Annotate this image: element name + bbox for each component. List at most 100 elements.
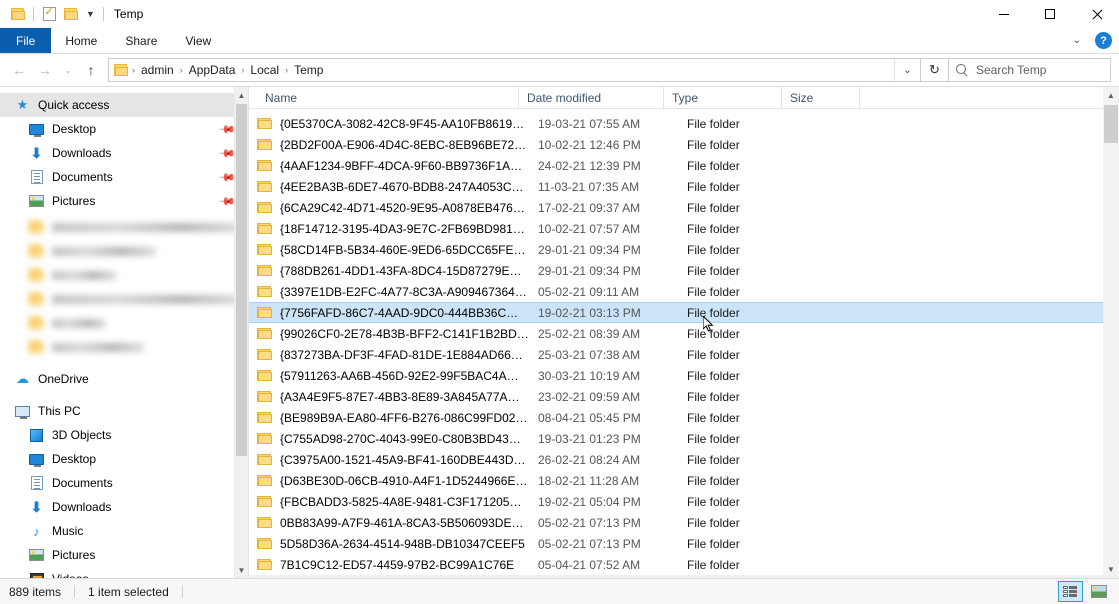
table-row[interactable]: {2BD2F00A-E906-4D4C-8EBC-8EB96BE72…10-02…	[249, 134, 1119, 155]
type-cell: File folder	[681, 327, 799, 341]
current-folder-icon[interactable]	[60, 3, 82, 25]
up-button[interactable]: ↑	[78, 58, 104, 82]
address-breadcrumb-bar[interactable]: › admin › AppData › Local › Temp ⌄	[108, 58, 921, 82]
table-row[interactable]: {C755AD98-270C-4043-99E0-C80B3BD43…19-03…	[249, 428, 1119, 449]
table-row[interactable]: {99026CF0-2E78-4B3B-BFF2-C141F1B2BD…25-0…	[249, 323, 1119, 344]
table-row[interactable]: {4AAF1234-9BFF-4DCA-9F60-BB9736F1A…24-02…	[249, 155, 1119, 176]
sidebar-redacted-item[interactable]	[0, 287, 248, 311]
3d-objects-icon	[28, 427, 45, 443]
breadcrumb-local[interactable]: Local	[245, 59, 284, 81]
scrollbar-thumb[interactable]	[236, 104, 247, 456]
table-row[interactable]: 0BB83A99-A7F9-461A-8CA3-5B506093DE…05-02…	[249, 512, 1119, 533]
table-row[interactable]: {D63BE30D-06CB-4910-A4F1-1D5244966E…18-0…	[249, 470, 1119, 491]
breadcrumb-admin[interactable]: admin	[136, 59, 179, 81]
column-label: Type	[672, 91, 698, 105]
table-row[interactable]: {4EE2BA3B-6DE7-4670-BDB8-247A4053C…11-03…	[249, 176, 1119, 197]
table-row[interactable]: {FBCBADD3-5825-4A8E-9481-C3F171205…19-02…	[249, 491, 1119, 512]
file-name-cell: {788DB261-4DD1-43FA-8DC4-15D87279E…	[280, 264, 536, 278]
sidebar-item-label: Documents	[52, 170, 113, 184]
table-row[interactable]: {6CA29C42-4D71-4520-9E95-A0878EB476…17-0…	[249, 197, 1119, 218]
title-bar: ▼ Temp	[0, 0, 1119, 28]
table-row[interactable]: {788DB261-4DD1-43FA-8DC4-15D87279E…29-01…	[249, 260, 1119, 281]
sidebar-redacted-item[interactable]	[0, 239, 248, 263]
table-row[interactable]: {C3975A00-1521-45A9-BF41-160DBE443D…26-0…	[249, 449, 1119, 470]
horizontal-scrollbar[interactable]	[249, 575, 1119, 578]
type-cell: File folder	[681, 264, 799, 278]
file-list-scrollbar[interactable]: ▲ ▼	[1103, 87, 1119, 578]
tab-share[interactable]: Share	[111, 28, 171, 53]
sidebar-item-quick-access[interactable]: ★ Quick access	[0, 93, 248, 117]
table-row[interactable]: {18F14712-3195-4DA3-9E7C-2FB69BD981…10-0…	[249, 218, 1119, 239]
sidebar-item-pc-videos[interactable]: Videos	[0, 567, 248, 578]
file-name-cell: {57911263-AA6B-456D-92E2-99F5BAC4A…	[280, 369, 536, 383]
folder-properties-icon[interactable]	[7, 3, 29, 25]
folder-icon	[28, 243, 45, 259]
table-row[interactable]: {58CD14FB-5B34-460E-9ED6-65DCC65FE…29-01…	[249, 239, 1119, 260]
search-input[interactable]: Search Temp	[976, 63, 1046, 77]
column-header-type[interactable]: Type	[664, 87, 782, 109]
sidebar-item-desktop[interactable]: Desktop 📌	[0, 117, 248, 141]
table-row[interactable]: {57911263-AA6B-456D-92E2-99F5BAC4A…30-03…	[249, 365, 1119, 386]
table-row[interactable]: 7B1C9C12-ED57-4459-97B2-BC99A1C76E05-04-…	[249, 554, 1119, 575]
refresh-button[interactable]: ↻	[921, 58, 949, 82]
recent-locations-chevron-down-icon[interactable]: ⌄	[58, 58, 78, 82]
date-modified-cell: 29-01-21 09:34 PM	[536, 243, 681, 257]
table-row[interactable]: {837273BA-DF3F-4FAD-81DE-1E884AD66…25-03…	[249, 344, 1119, 365]
close-button[interactable]	[1073, 0, 1119, 28]
scrollbar-thumb[interactable]	[1104, 105, 1118, 143]
new-folder-icon[interactable]	[38, 3, 60, 25]
column-header-date-modified[interactable]: Date modified	[519, 87, 664, 109]
column-header-name[interactable]: Name ⌃	[257, 87, 519, 109]
scroll-up-arrow-icon[interactable]: ▲	[235, 87, 248, 103]
table-row[interactable]: {0E5370CA-3082-42C8-9F45-AA10FB8619…19-0…	[249, 113, 1119, 134]
minimize-button[interactable]	[981, 0, 1027, 28]
sidebar-redacted-item[interactable]	[0, 311, 248, 335]
folder-icon	[257, 453, 273, 466]
sidebar-item-documents[interactable]: Documents 📌	[0, 165, 248, 189]
forward-button[interactable]: →	[32, 58, 58, 82]
documents-icon	[28, 169, 45, 185]
navigation-pane: ★ Quick access Desktop 📌 ⬇ Downloads 📌 D…	[0, 87, 248, 578]
table-row[interactable]: 5D58D36A-2634-4514-948B-DB10347CEEF505-0…	[249, 533, 1119, 554]
table-row[interactable]: {A3A4E9F5-87E7-4BB3-8E89-3A845A77A…23-02…	[249, 386, 1119, 407]
details-view-button[interactable]	[1058, 581, 1083, 602]
sidebar-item-downloads[interactable]: ⬇ Downloads 📌	[0, 141, 248, 165]
sidebar-redacted-item[interactable]	[0, 215, 248, 239]
scroll-down-arrow-icon[interactable]: ▼	[235, 562, 248, 578]
sidebar-item-this-pc[interactable]: This PC	[0, 399, 248, 423]
tab-home[interactable]: Home	[51, 28, 111, 53]
sidebar-item-pc-pictures[interactable]: Pictures	[0, 543, 248, 567]
table-row[interactable]: {3397E1DB-E2FC-4A77-8C3A-A909467364…05-0…	[249, 281, 1119, 302]
sidebar-item-pictures[interactable]: Pictures 📌	[0, 189, 248, 213]
help-icon[interactable]: ?	[1095, 32, 1112, 49]
scroll-up-arrow-icon[interactable]: ▲	[1103, 87, 1119, 104]
sidebar-redacted-item[interactable]	[0, 263, 248, 287]
sidebar-item-pc-music[interactable]: ♪ Music	[0, 519, 248, 543]
address-dropdown-chevron-down-icon[interactable]: ⌄	[894, 59, 920, 81]
maximize-button[interactable]	[1027, 0, 1073, 28]
back-button[interactable]: ←	[6, 58, 32, 82]
sidebar-redacted-item[interactable]	[0, 335, 248, 359]
breadcrumb-appdata[interactable]: AppData	[184, 59, 241, 81]
column-label: Date modified	[527, 91, 601, 105]
sidebar-item-3d-objects[interactable]: 3D Objects	[0, 423, 248, 447]
expand-ribbon-chevron-down-icon[interactable]: ⌄	[1067, 35, 1087, 46]
tab-view[interactable]: View	[171, 28, 225, 53]
column-header-size[interactable]: Size	[782, 87, 860, 109]
sidebar-item-pc-documents[interactable]: Documents	[0, 471, 248, 495]
tab-file[interactable]: File	[0, 28, 51, 53]
sidebar-item-onedrive[interactable]: ☁ OneDrive	[0, 367, 248, 391]
file-explorer-window: ▼ Temp File Home Share View ⌄ ? ← → ⌄ ↑ …	[0, 0, 1119, 604]
breadcrumb-temp[interactable]: Temp	[289, 59, 328, 81]
type-cell: File folder	[681, 159, 799, 173]
navigation-pane-scrollbar[interactable]: ▲ ▼	[234, 87, 248, 578]
qat-chevron-down-icon[interactable]: ▼	[82, 10, 99, 19]
type-cell: File folder	[681, 222, 799, 236]
sidebar-item-pc-downloads[interactable]: ⬇ Downloads	[0, 495, 248, 519]
search-box[interactable]: Search Temp	[949, 58, 1111, 82]
date-modified-cell: 19-02-21 03:13 PM	[536, 306, 681, 320]
table-row[interactable]: {BE989B9A-EA80-4FF6-B276-086C99FD02…08-0…	[249, 407, 1119, 428]
large-icons-view-button[interactable]	[1086, 581, 1111, 602]
table-row[interactable]: {7756FAFD-86C7-4AAD-9DC0-444BB36C…19-02-…	[249, 302, 1119, 323]
sidebar-item-pc-desktop[interactable]: Desktop	[0, 447, 248, 471]
